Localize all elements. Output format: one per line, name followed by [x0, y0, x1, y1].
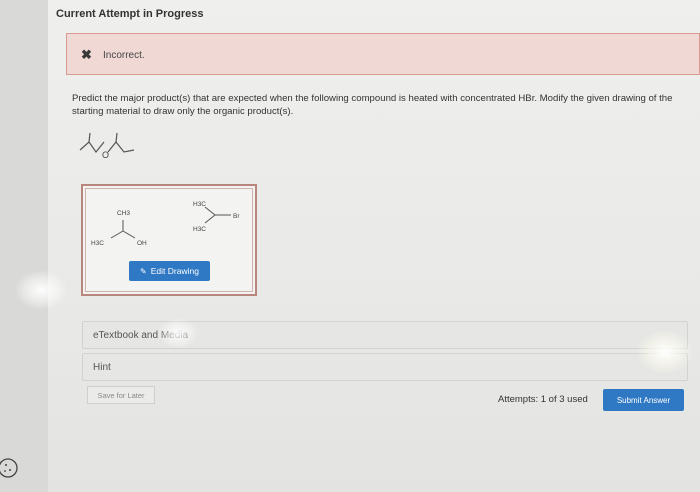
sm-right-chain — [107, 141, 135, 153]
cookie-icon[interactable] — [0, 456, 22, 480]
screen-glare — [14, 270, 68, 310]
p2-top-label: H3C — [193, 201, 206, 208]
screen-glare — [636, 330, 694, 374]
sm-oxygen-label: O — [102, 150, 109, 160]
feedback-status: Incorrect. — [103, 50, 145, 61]
drawing-area[interactable]: CH3 H3C OH H3C H3C Br ✎ Edit Drawing — [81, 184, 257, 296]
hint-link[interactable]: Hint — [93, 362, 111, 373]
product-structures: CH3 H3C OH H3C H3C Br — [91, 201, 240, 247]
hint-row[interactable]: Hint — [82, 353, 688, 381]
page-title: Current Attempt in Progress — [56, 8, 204, 20]
p2-bottom-label: H3C — [193, 226, 206, 233]
edit-drawing-button[interactable]: ✎ Edit Drawing — [129, 261, 210, 281]
p2-right-label: Br — [233, 213, 240, 220]
submit-answer-button[interactable]: Submit Answer — [603, 389, 684, 411]
cookie-chip-3 — [4, 470, 6, 472]
close-icon: ✖ — [81, 47, 92, 62]
p1-top-label: CH3 — [117, 210, 130, 217]
p1-left-label: H3C — [91, 240, 104, 247]
screen-glare — [158, 318, 198, 348]
starting-material-structure: O — [79, 132, 135, 160]
question-text: Predict the major product(s) that are ex… — [72, 93, 673, 117]
cookie-chip-1 — [5, 464, 7, 466]
incorrect-banner: ✖ Incorrect. — [66, 33, 700, 75]
p1-bond-right — [122, 230, 136, 239]
cookie-outline — [0, 458, 18, 478]
sm-left-chain — [79, 141, 105, 154]
sm-left-branch — [88, 132, 91, 143]
cookie-chip-2 — [9, 469, 11, 471]
p1-right-label: OH — [137, 240, 147, 247]
p1-bond-left — [110, 230, 124, 239]
p2-bond-bottom — [204, 214, 216, 224]
p2-bond-top — [204, 206, 216, 216]
sm-right-branch — [115, 132, 118, 143]
edit-drawing-label: Edit Drawing — [150, 266, 199, 276]
attempts-counter: Attempts: 1 of 3 used — [498, 394, 588, 405]
save-for-later-button[interactable]: Save for Later — [87, 386, 155, 404]
pencil-icon: ✎ — [140, 266, 147, 276]
